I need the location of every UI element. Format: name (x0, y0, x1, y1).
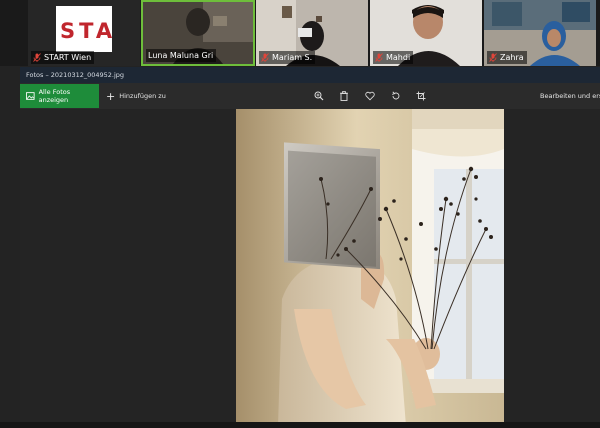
participant-tile-mariam[interactable]: Mariam S. (256, 0, 368, 66)
photos-viewer-window: Fotos – 20210312_004952.jpg Alle Fotos a… (20, 67, 600, 428)
add-to-button[interactable]: + Hinzufügen zu (106, 84, 166, 108)
participant-name-tag: Mariam S. (259, 51, 316, 64)
mic-off-icon (261, 53, 269, 62)
image-icon (26, 92, 35, 100)
mic-off-icon (375, 53, 383, 62)
participant-name-tag: Luna Maluna Gri (146, 49, 217, 62)
participant-tile-luna[interactable]: Luna Maluna Gri (141, 0, 255, 66)
edit-and-create-button[interactable]: Bearbeiten und ers (536, 84, 600, 108)
mic-off-icon (489, 53, 497, 62)
bottom-bar (0, 422, 600, 428)
video-call-window: STA START Wien Luna Maluna Gri Mariam S.… (0, 0, 600, 428)
participant-name-tag: START Wien (31, 51, 95, 64)
show-all-photos-button[interactable]: Alle Fotos anzeigen (20, 84, 99, 108)
displayed-photo[interactable] (236, 109, 504, 426)
participant-name-tag: Mahdi (373, 51, 414, 64)
zoom-icon[interactable] (312, 89, 326, 103)
participant-strip: STA START Wien Luna Maluna Gri Mariam S.… (0, 0, 600, 66)
mic-off-icon (33, 53, 41, 62)
participant-tile-mahdi[interactable]: Mahdi (370, 0, 482, 66)
participant-tile-zahra[interactable]: Zahra (484, 0, 596, 66)
plus-icon: + (106, 89, 116, 103)
participant-name-tag: Zahra (487, 51, 527, 64)
participant-tile-start-wien[interactable]: STA START Wien (28, 0, 140, 66)
crop-icon[interactable] (414, 89, 428, 103)
window-title: Fotos – 20210312_004952.jpg (20, 67, 600, 83)
photo-content (236, 109, 504, 426)
start-wien-logo: STA (56, 6, 112, 52)
rotate-icon[interactable] (389, 89, 403, 103)
trash-icon[interactable] (337, 89, 351, 103)
heart-icon[interactable] (363, 89, 377, 103)
viewer-toolbar: Alle Fotos anzeigen + Hinzufügen zu Bear… (20, 83, 600, 109)
